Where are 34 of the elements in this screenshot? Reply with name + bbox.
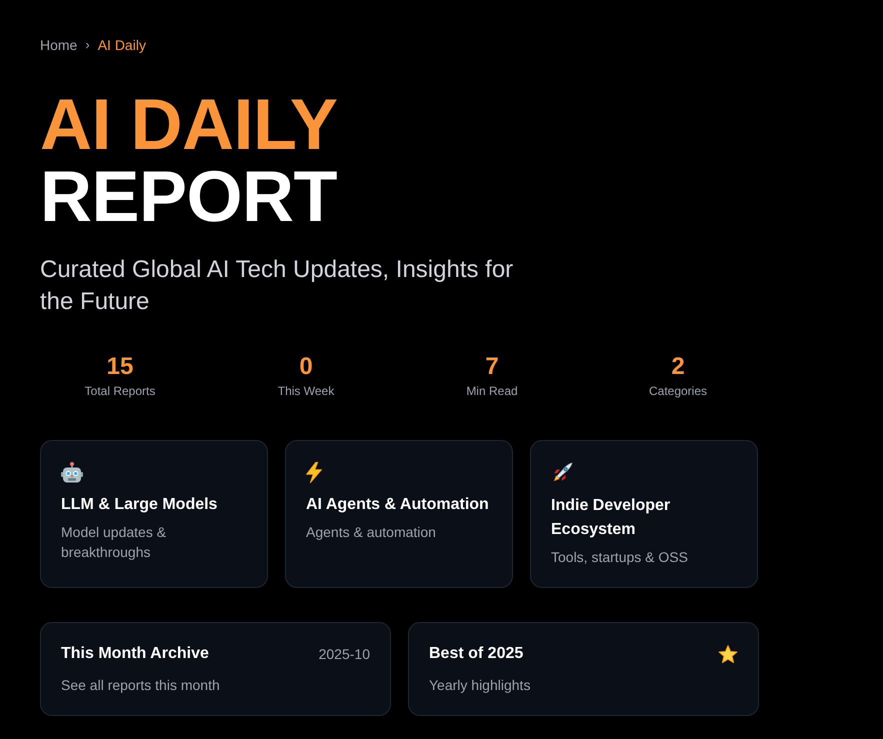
rocket-icon [551,462,573,484]
card-description: Model updates & breakthroughs [61,523,168,562]
stat-label: This Week [278,383,334,399]
card-title: This Month Archive [61,644,209,664]
stat-value: 7 [485,352,499,382]
stat-value: 2 [671,352,685,382]
stat-label: Total Reports [84,383,156,399]
lightning-icon [306,462,322,483]
hero-title-line: REPORT [40,161,338,233]
card-description: Agents & automation [306,523,436,542]
category-card[interactable]: AI Agents & Automation Agents & automation [285,440,513,588]
breadcrumb-separator: › [85,36,90,54]
card-description: See all reports this month [61,676,220,695]
stat-label: Categories [648,383,708,399]
stat-value: 15 [106,352,134,382]
hero-subtitle: Curated Global AI Tech Updates, Insights for the Future [40,255,514,317]
breadcrumb-link[interactable]: Home [40,35,78,55]
stat-label: Min Read [466,383,518,399]
category-card[interactable]: Indie Developer Ecosystem Tools, startups & OSS [530,440,758,588]
date-label: 2025-10 [318,645,370,664]
card-description: Yearly highlights [429,676,530,695]
star-icon [718,644,738,664]
card-description: Tools, startups & OSS [551,548,688,567]
card-title: LLM & Large Models [61,495,218,515]
current-page-label: AI Daily [98,36,146,55]
hero-title-line: AI DAILY [40,89,338,161]
card-title: AI Agents & Automation [306,495,489,515]
stat-value: 0 [299,352,313,382]
card-title: Best of 2025 [429,644,524,664]
archive-card[interactable]: This Month Archive 2025-10 See all reports this month [40,622,391,716]
card-title: Indie Developer Ecosystem [551,496,672,540]
robot-icon [61,462,83,483]
category-card[interactable]: LLM & Large Models Model updates & breakthroughs [40,440,268,588]
highlights-card[interactable]: Best of 2025 Yearly highlights [408,622,759,716]
